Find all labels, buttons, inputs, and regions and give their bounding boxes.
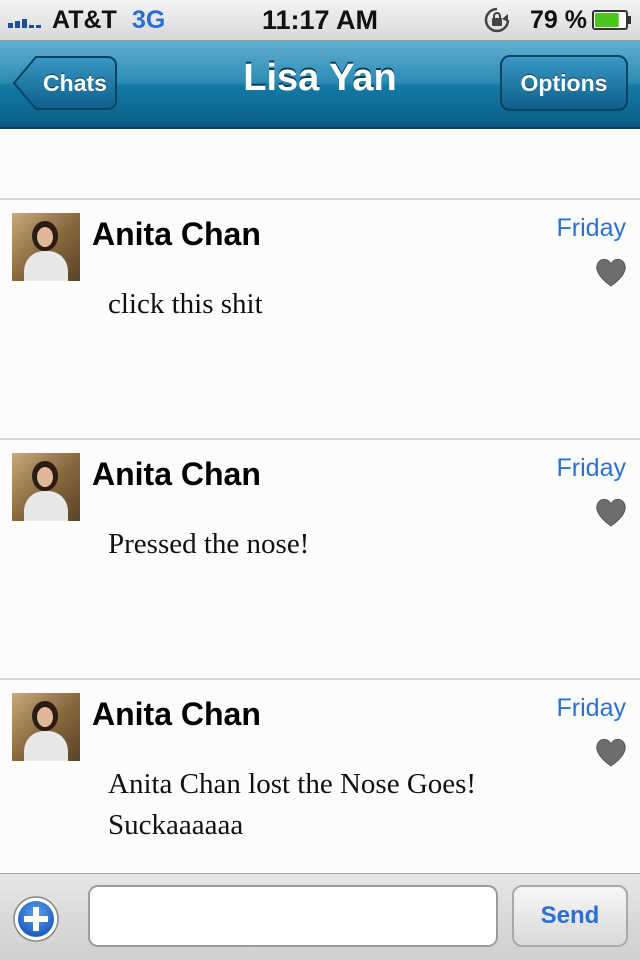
message-item[interactable]: Anita Chan Friday Anita Chan lost the No…	[0, 680, 640, 873]
avatar[interactable]	[12, 453, 80, 521]
chat-screen: AT&T 3G 11:17 AM 79 % Chats Lisa Yan Opt…	[0, 0, 640, 960]
avatar[interactable]	[12, 693, 80, 761]
message-time: Friday	[556, 454, 626, 482]
battery-icon	[592, 10, 631, 30]
heart-icon[interactable]	[594, 736, 628, 768]
message-feed[interactable]: Anita Chan Friday click this shit Anita …	[0, 129, 640, 873]
message-text: Pressed the nose!	[108, 528, 310, 560]
feed-spacer	[0, 129, 640, 200]
message-input[interactable]	[88, 885, 498, 947]
message-sender: Anita Chan	[92, 696, 261, 732]
message-sender: Anita Chan	[92, 216, 261, 252]
status-bar: AT&T 3G 11:17 AM 79 %	[0, 0, 640, 41]
battery-percent: 79 %	[530, 6, 587, 34]
heart-icon[interactable]	[594, 496, 628, 528]
composer-bar: Send	[0, 873, 640, 960]
message-item[interactable]: Anita Chan Friday click this shit	[0, 200, 640, 440]
message-text: Anita Chan lost the Nose Goes! Suckaaaaa…	[108, 768, 477, 841]
rotation-lock-icon	[484, 7, 510, 33]
message-text: click this shit	[108, 288, 263, 320]
send-button[interactable]: Send	[512, 885, 628, 947]
message-item[interactable]: Anita Chan Friday Pressed the nose!	[0, 440, 640, 680]
navigation-bar: Chats Lisa Yan Options	[0, 41, 640, 129]
back-button-label: Chats	[43, 70, 107, 96]
avatar[interactable]	[12, 213, 80, 281]
plus-circle-icon[interactable]	[12, 895, 60, 943]
options-button[interactable]: Options	[500, 55, 628, 111]
message-sender: Anita Chan	[92, 456, 261, 492]
message-time: Friday	[556, 214, 626, 242]
heart-icon[interactable]	[594, 256, 628, 288]
back-button[interactable]: Chats	[12, 55, 118, 111]
conversation-title: Lisa Yan	[243, 57, 397, 99]
message-time: Friday	[556, 694, 626, 722]
